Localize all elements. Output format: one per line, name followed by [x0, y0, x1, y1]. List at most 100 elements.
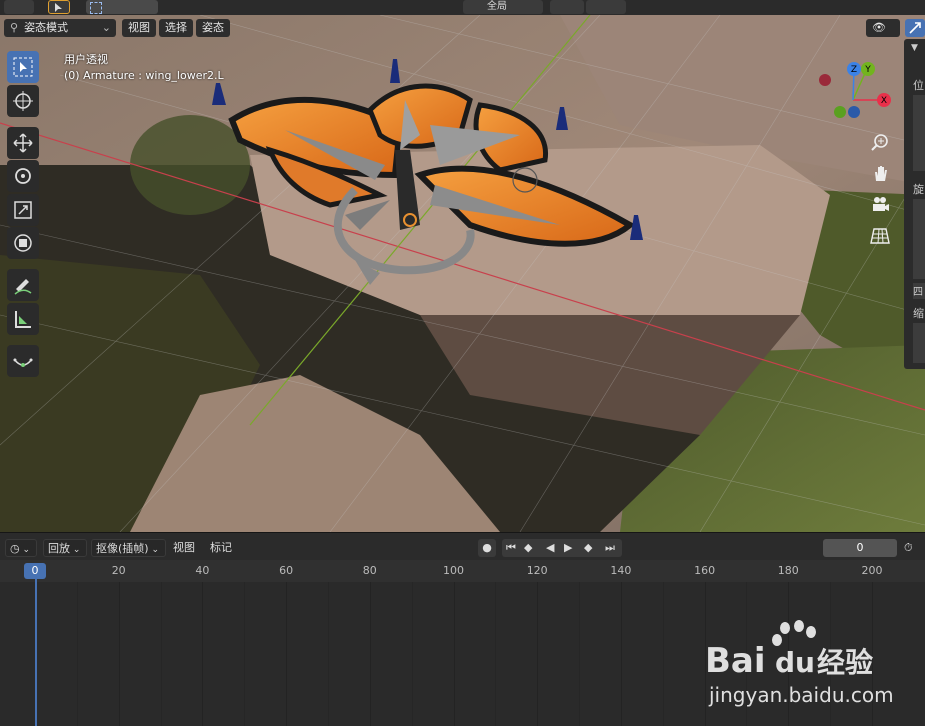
play-icon[interactable]: ▶: [564, 539, 572, 557]
cursor-3d-icon: [13, 91, 33, 111]
chevron-down-icon: ⌄: [101, 21, 111, 34]
collapse-arrow-icon[interactable]: ▼: [911, 43, 918, 53]
timeline-ruler[interactable]: 20 40 60 80 100 120 140 160 180 200: [0, 560, 925, 582]
timeline-grid-line-minor: [662, 582, 664, 726]
camera-view-button[interactable]: [870, 195, 892, 217]
timeline-grid-line: [537, 582, 539, 726]
gizmo-icon: [909, 22, 921, 34]
next-keyframe-icon[interactable]: ◆: [584, 539, 592, 557]
cursor-tool[interactable]: [7, 85, 39, 117]
neg-y-axis-icon[interactable]: [834, 106, 846, 118]
sidebar-panel[interactable]: ▼ 位 旋 四 缩: [904, 39, 925, 369]
playhead-line[interactable]: [35, 579, 37, 726]
scale-icon: [14, 201, 32, 219]
location-fields[interactable]: [913, 95, 925, 171]
timeline-grid-line-minor: [76, 582, 78, 726]
snap-toggle[interactable]: [586, 0, 626, 14]
scale-fields[interactable]: [913, 323, 925, 363]
select-box-tool[interactable]: [7, 51, 39, 83]
orientation-label: 全局: [487, 1, 507, 12]
timeline-grid-line: [620, 582, 622, 726]
timeline-grid-line-minor: [244, 582, 246, 726]
editor-type-button[interactable]: [4, 0, 34, 14]
keying-label: 抠像(插帧): [96, 542, 149, 555]
play-reverse-icon[interactable]: ◀: [546, 539, 554, 557]
selection-mode-group[interactable]: [86, 0, 158, 14]
prev-keyframe-icon[interactable]: ◆: [524, 539, 532, 557]
editor-type-select[interactable]: ◷ ⌄: [5, 539, 37, 557]
ruler-tick-label: 120: [526, 564, 548, 577]
menu-select[interactable]: 选择: [159, 19, 193, 37]
zoom-button[interactable]: [870, 133, 892, 155]
timeline-marker-menu[interactable]: 标记: [210, 539, 232, 557]
select-mode-button[interactable]: [48, 0, 70, 14]
paw-logo: [772, 620, 816, 646]
ruler-icon: [15, 311, 31, 328]
menu-pose[interactable]: 姿态: [196, 19, 230, 37]
timeline-grid-line: [202, 582, 204, 726]
ruler-tick-label: 80: [362, 564, 377, 577]
current-frame-field[interactable]: 0: [823, 539, 897, 557]
move-icon: [13, 133, 33, 153]
3d-viewport[interactable]: ⚲ 姿态模式 ⌄ 视图 选择 姿态 👁 用户透视 (0) Armature : wi…: [0, 15, 925, 532]
interaction-mode-select[interactable]: ⚲ 姿态模式 ⌄: [4, 19, 116, 37]
stopwatch-icon[interactable]: ⏱: [904, 539, 925, 557]
toggle-perspective-button[interactable]: [870, 226, 892, 248]
transform-tool[interactable]: [7, 227, 39, 259]
rotation-fields[interactable]: [913, 199, 925, 279]
playhead-frame-indicator[interactable]: 0: [24, 563, 46, 579]
select-box-icon: [13, 57, 33, 77]
pose-mode-icon: ⚲: [10, 21, 19, 34]
y-axis-label: Y: [864, 65, 871, 75]
ruler-tick-label: 180: [777, 564, 799, 577]
ruler-tick-label: 40: [195, 564, 210, 577]
rotate-tool[interactable]: [7, 160, 39, 192]
view-object-types-select[interactable]: 👁: [866, 19, 900, 37]
playback-label: 回放: [48, 542, 70, 555]
watermark-product: 经验: [817, 646, 873, 679]
move-tool[interactable]: [7, 127, 39, 159]
transform-icon: [14, 234, 32, 252]
jump-end-icon[interactable]: ⏭: [605, 539, 615, 557]
measure-tool[interactable]: [7, 303, 39, 335]
watermark-brand: Bai: [705, 641, 766, 681]
keying-menu[interactable]: 抠像(插帧) ⌄: [91, 539, 166, 557]
ruler-tick-label: 20: [111, 564, 126, 577]
neg-z-axis-icon[interactable]: [848, 106, 860, 118]
neg-x-axis-icon[interactable]: [819, 74, 831, 86]
breakdowner-tool[interactable]: [7, 345, 39, 377]
baidu-jingyan-watermark: Bai du 经验 jingyan.baidu.com: [705, 620, 894, 707]
timeline-grid-line: [286, 582, 288, 726]
annotate-tool[interactable]: [7, 269, 39, 301]
location-label: 位: [913, 79, 924, 92]
jump-start-icon[interactable]: ⏮: [506, 539, 516, 557]
ruler-tick-label: 200: [861, 564, 883, 577]
rotation-label: 旋: [913, 183, 924, 196]
record-icon: ●: [482, 541, 492, 554]
zoom-icon: [871, 134, 888, 151]
transform-orientation-select[interactable]: 全局: [463, 0, 543, 14]
timeline-grid-line-minor: [160, 582, 162, 726]
eye-icon: 👁: [872, 21, 886, 34]
timeline-grid-line-minor: [495, 582, 497, 726]
pan-button[interactable]: [870, 163, 892, 185]
pivot-point-select[interactable]: [550, 0, 584, 14]
hand-icon: [875, 166, 887, 181]
scale-tool[interactable]: [7, 194, 39, 226]
select-box-icon: [90, 2, 102, 14]
timeline-view-menu[interactable]: 视图: [173, 539, 195, 557]
rotation-mode-select[interactable]: 四: [913, 283, 925, 299]
navigation-gizmo[interactable]: X Y Z: [815, 60, 895, 130]
chevron-down-icon: ⌄: [148, 545, 159, 555]
ruler-tick-label: 100: [443, 564, 464, 577]
watermark-url: jingyan.baidu.com: [708, 683, 894, 707]
playback-menu[interactable]: 回放 ⌄: [43, 539, 87, 557]
x-axis-label: X: [881, 96, 887, 106]
record-button[interactable]: ●: [478, 539, 496, 557]
scale-label: 缩: [913, 307, 924, 320]
gizmo-toggle[interactable]: [905, 19, 925, 37]
grid-icon: [870, 228, 890, 244]
menu-view[interactable]: 视图: [122, 19, 156, 37]
timeline-grid-line: [118, 582, 120, 726]
camera-icon: [873, 197, 889, 211]
